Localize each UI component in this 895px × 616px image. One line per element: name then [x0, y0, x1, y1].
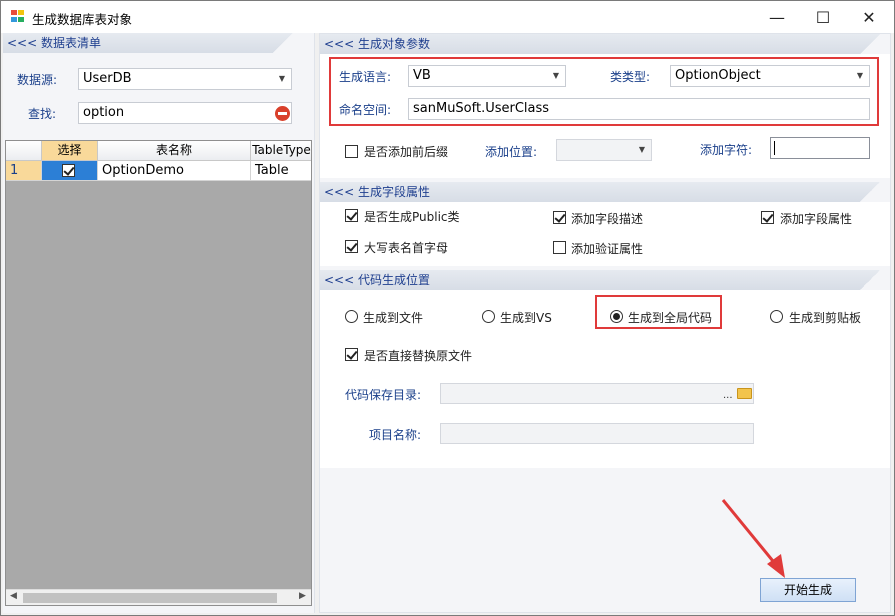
datasource-label: 数据源: [17, 73, 58, 87]
validation-label: 添加验证属性 [571, 242, 644, 256]
radio-to-vs[interactable] [482, 310, 495, 323]
radio-to-vs-label: 生成到VS [500, 311, 552, 325]
grid-corner [6, 141, 42, 161]
prefix-checkbox[interactable] [345, 145, 358, 158]
browse-ellipsis[interactable]: ... [723, 386, 733, 406]
validation-checkbox[interactable] [553, 241, 566, 254]
table-row-select-cell[interactable] [42, 161, 98, 181]
chevron-down-icon: ▼ [638, 145, 645, 154]
replace-checkbox[interactable] [345, 348, 358, 361]
field-attr-checkbox[interactable] [761, 211, 774, 224]
minimize-button[interactable]: — [754, 1, 800, 33]
start-generate-button[interactable]: 开始生成 [760, 578, 856, 602]
public-class-label: 是否生成Public类 [364, 210, 460, 224]
window: 生成数据库表对象 — ☐ ✕ <<< 数据表清单 数据源: UserDB ▼ 查… [0, 0, 895, 616]
save-dir-label: 代码保存目录: [345, 388, 422, 402]
table-row-type[interactable]: Table [251, 161, 311, 181]
horizontal-scrollbar[interactable]: ◀ ▶ [6, 589, 311, 605]
options-panel: <<< 生成对象参数 生成语言: VB ▼ 类类型: OptionObject … [319, 33, 891, 613]
search-value: option [83, 105, 125, 120]
datasource-select[interactable]: UserDB ▼ [78, 68, 292, 90]
search-label: 查找: [28, 107, 57, 121]
chars-label: 添加字符: [700, 143, 753, 157]
save-dir-input[interactable]: ... [440, 383, 754, 404]
field-desc-label: 添加字段描述 [571, 212, 644, 226]
column-header-type[interactable]: TableType [251, 141, 311, 161]
scroll-right-icon[interactable]: ▶ [299, 591, 306, 601]
radio-to-file[interactable] [345, 310, 358, 323]
row-select-checkbox[interactable] [62, 164, 75, 177]
project-label: 项目名称: [369, 428, 422, 442]
text-cursor [774, 141, 775, 155]
annotation-arrow-icon [721, 499, 785, 578]
table-grid: 选择 表名称 TableType 1 OptionDemo Table ◀ ▶ [5, 140, 312, 606]
field-desc-checkbox[interactable] [553, 211, 566, 224]
scroll-left-icon[interactable]: ◀ [10, 591, 17, 601]
search-input[interactable]: option [78, 102, 292, 124]
row-header[interactable]: 1 [6, 161, 42, 181]
public-class-checkbox[interactable] [345, 209, 358, 222]
clear-search-icon[interactable] [275, 106, 290, 121]
radio-to-clipboard[interactable] [770, 310, 783, 323]
prefix-checkbox-label: 是否添加前后缀 [364, 145, 449, 159]
position-label: 添加位置: [485, 145, 538, 159]
column-header-name[interactable]: 表名称 [98, 141, 251, 161]
window-title: 生成数据库表对象 [32, 12, 133, 27]
client-area: <<< 数据表清单 数据源: UserDB ▼ 查找: option 选择 表名… [1, 33, 894, 615]
close-button[interactable]: ✕ [846, 1, 892, 33]
table-list-panel: <<< 数据表清单 数据源: UserDB ▼ 查找: option 选择 表名… [3, 33, 315, 613]
column-header-select[interactable]: 选择 [42, 141, 98, 161]
chevron-down-icon: ▼ [278, 74, 285, 83]
table-row-name[interactable]: OptionDemo [98, 161, 251, 181]
datasource-value: UserDB [83, 71, 132, 86]
field-attr-label: 添加字段属性 [780, 212, 853, 226]
folder-icon[interactable] [737, 388, 752, 399]
table-list-header: <<< 数据表清单 [3, 33, 303, 53]
scroll-thumb[interactable] [23, 593, 277, 603]
upper-first-label: 大写表名首字母 [364, 241, 449, 255]
highlight-box [329, 57, 879, 126]
output-header: <<< 代码生成位置 [320, 270, 890, 290]
position-select[interactable]: ▼ [556, 139, 652, 161]
title-bar[interactable]: 生成数据库表对象 — ☐ ✕ [1, 1, 894, 33]
app-icon [11, 10, 25, 23]
field-props-header: <<< 生成字段属性 [320, 182, 890, 202]
radio-to-file-label: 生成到文件 [363, 311, 424, 325]
chars-input[interactable] [770, 137, 870, 159]
upper-first-checkbox[interactable] [345, 240, 358, 253]
radio-to-clipboard-label: 生成到剪贴板 [789, 311, 862, 325]
highlight-box [595, 295, 722, 329]
maximize-button[interactable]: ☐ [800, 1, 846, 33]
object-params-header: <<< 生成对象参数 [320, 34, 890, 54]
replace-label: 是否直接替换原文件 [364, 349, 473, 363]
project-input[interactable] [440, 423, 754, 444]
